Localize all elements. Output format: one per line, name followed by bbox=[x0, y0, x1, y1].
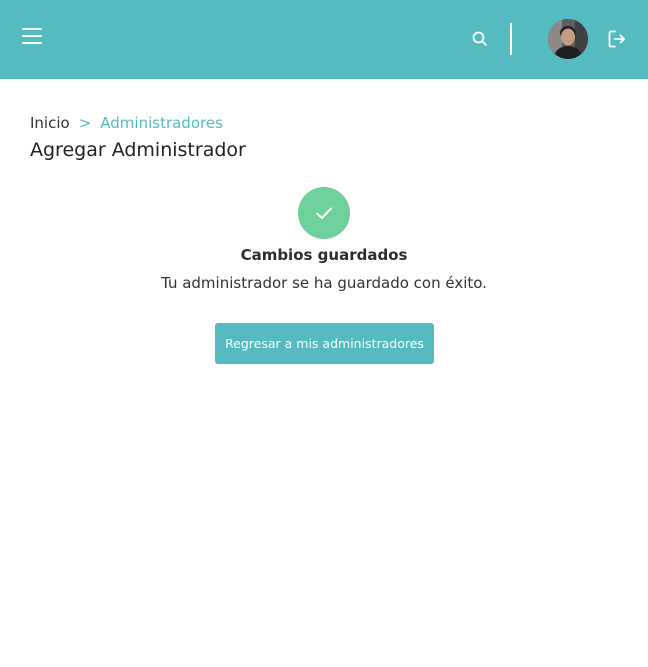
page-title: Agregar Administrador bbox=[30, 139, 246, 161]
success-badge bbox=[298, 187, 350, 239]
success-message: Tu administrador se ha guardado con éxit… bbox=[161, 274, 487, 292]
success-title: Cambios guardados bbox=[240, 246, 408, 264]
breadcrumb: Inicio > Administradores bbox=[30, 114, 223, 132]
logout-icon[interactable] bbox=[607, 29, 627, 49]
avatar[interactable] bbox=[548, 19, 588, 59]
header-divider bbox=[510, 23, 512, 55]
hamburger-menu-icon[interactable] bbox=[22, 27, 42, 45]
search-icon[interactable] bbox=[471, 30, 489, 48]
breadcrumb-current-link[interactable]: Administradores bbox=[100, 114, 223, 132]
back-to-administrators-button[interactable]: Regresar a mis administradores bbox=[215, 323, 434, 364]
check-icon bbox=[316, 207, 332, 219]
breadcrumb-separator: > bbox=[78, 114, 92, 132]
breadcrumb-home-link[interactable]: Inicio bbox=[30, 114, 70, 132]
top-header bbox=[0, 0, 648, 79]
